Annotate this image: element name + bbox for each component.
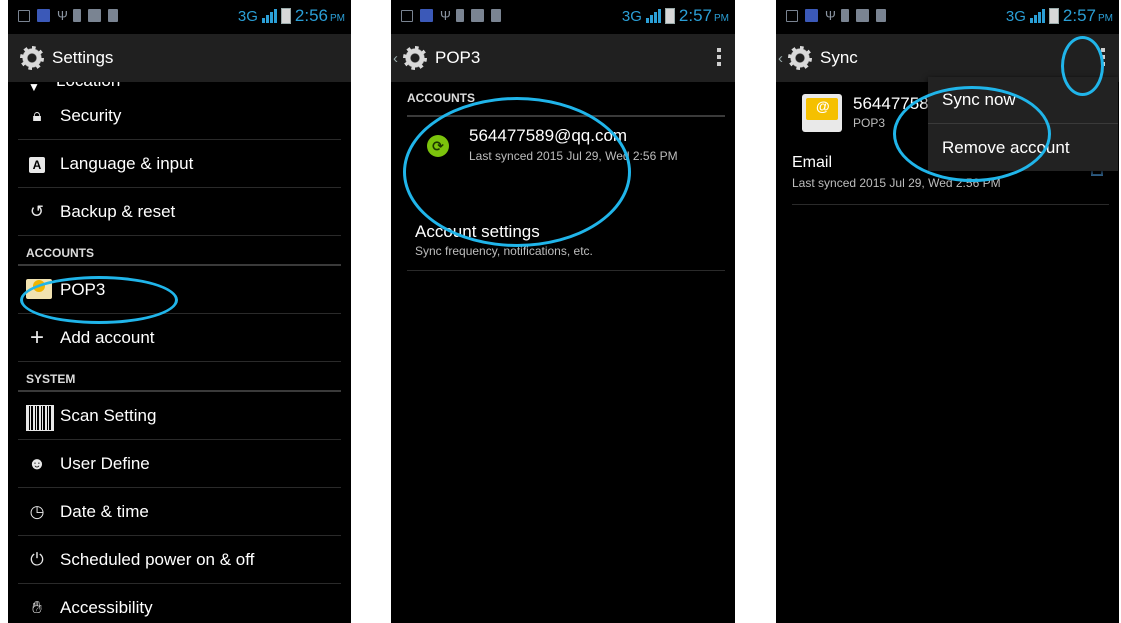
settings-item-label: Add account: [60, 327, 155, 347]
account-type: POP3: [853, 116, 886, 130]
signal-icon: [1029, 9, 1045, 23]
plus-icon: +: [29, 323, 44, 351]
usb-icon: Ψ: [825, 8, 836, 23]
sd-card-icon: [73, 9, 81, 22]
status-bar: Ψ 3G 2:57 PM: [776, 0, 1119, 34]
page-title: Settings: [52, 48, 114, 67]
clock: 2:57 PM: [1062, 6, 1113, 25]
usb-icon: Ψ: [57, 8, 68, 23]
settings-item-language[interactable]: A Language & input: [18, 140, 341, 188]
highlight-ring-pop3: [20, 276, 178, 324]
network-type: 3G: [237, 7, 258, 25]
sync-screen: Ψ 3G 2:57PM ‹ Sync 564477589@qq.com POP3…: [776, 0, 1119, 623]
app-notification-icon: [420, 9, 433, 22]
usb-icon: Ψ: [440, 8, 451, 23]
settings-item-label: Scheduled power on & off: [60, 549, 255, 569]
app-icon: [491, 9, 501, 22]
section-header-system: SYSTEM: [18, 362, 341, 392]
settings-item-label: Backup & reset: [60, 201, 176, 221]
highlight-ring-account: [403, 97, 631, 247]
sd-card-icon: [841, 9, 849, 22]
settings-item-user-define[interactable]: ☻ User Define: [18, 440, 341, 488]
notification-icon: [786, 9, 798, 22]
signal-icon: [645, 9, 661, 23]
app-icon: [876, 9, 886, 22]
status-bar: Ψ 3G 2:56 PM: [8, 0, 351, 34]
page-title: POP3: [435, 48, 481, 67]
barcode-icon: [26, 404, 54, 431]
battery-icon: [280, 8, 291, 24]
settings-gear-icon[interactable]: [403, 46, 427, 70]
network-type: 3G: [621, 7, 642, 25]
backup-icon: ↺: [29, 201, 45, 221]
lock-icon: 🔒︎: [32, 105, 42, 125]
settings-item-security[interactable]: 🔒︎ Security: [18, 92, 341, 140]
action-bar: ‹ POP3: [391, 34, 735, 82]
overflow-menu-icon[interactable]: [717, 48, 721, 66]
settings-gear-icon[interactable]: [788, 46, 812, 70]
settings-item-label: Security: [60, 105, 122, 125]
action-bar: Settings: [8, 34, 351, 82]
hand-icon: ✋︎: [32, 597, 42, 617]
highlight-ring-menu: [893, 86, 1051, 182]
settings-item-date-time[interactable]: ◷ Date & time: [18, 488, 341, 536]
settings-item-scan[interactable]: Scan Setting: [18, 392, 341, 440]
image-icon: [856, 9, 869, 22]
settings-item-label: Date & time: [60, 501, 149, 521]
email-envelope-icon: [802, 94, 842, 132]
settings-item-backup[interactable]: ↺ Backup & reset: [18, 188, 341, 236]
image-icon: [88, 9, 101, 22]
settings-screen: Ψ 3G 2:56PM Settings ▼ Location 🔒︎ Secur…: [8, 0, 351, 623]
settings-item-label: User Define: [60, 453, 150, 473]
user-icon: ☻: [28, 453, 46, 473]
settings-gear-icon[interactable]: [20, 46, 44, 70]
status-bar: Ψ 3G 2:57 PM: [391, 0, 735, 34]
settings-item-accessibility[interactable]: ✋︎ Accessibility: [18, 584, 341, 623]
notification-icon: [18, 9, 30, 22]
app-notification-icon: [37, 9, 50, 22]
clock-icon: ◷: [29, 501, 45, 521]
pop3-screen: Ψ 3G 2:57 PM ‹ POP3 ACCOUNTS ⟳ 564477589@…: [391, 0, 735, 623]
settings-item-location[interactable]: ▼ Location: [18, 82, 341, 92]
image-icon: [471, 9, 484, 22]
settings-item-scheduled-power[interactable]: ⏻ Scheduled power on & off: [18, 536, 341, 584]
email-label: Email: [792, 154, 833, 171]
notification-icon: [401, 9, 413, 22]
back-chevron-icon[interactable]: ‹: [393, 50, 401, 67]
section-header-accounts: ACCOUNTS: [18, 236, 341, 266]
battery-icon: [1048, 8, 1059, 24]
highlight-ring-overflow: [1061, 36, 1104, 96]
clock: 2:57 PM: [678, 6, 729, 25]
settings-item-label: Accessibility: [60, 597, 153, 617]
clock: 2:56 PM: [294, 6, 345, 25]
settings-item-label: Scan Setting: [60, 405, 157, 425]
signal-icon: [261, 9, 277, 23]
app-notification-icon: [805, 9, 818, 22]
back-chevron-icon[interactable]: ‹: [778, 50, 786, 67]
location-icon: ▼: [28, 82, 40, 92]
battery-icon: [664, 8, 675, 24]
app-icon: [108, 9, 118, 22]
settings-list: ▼ Location 🔒︎ Security A Language & inpu…: [8, 82, 351, 623]
settings-item-label: Language & input: [60, 153, 194, 173]
page-title: Sync: [820, 48, 858, 67]
network-type: 3G: [1005, 7, 1026, 25]
language-icon: A: [29, 156, 45, 173]
power-schedule-icon: ⏻: [30, 549, 44, 569]
sd-card-icon: [456, 9, 464, 22]
